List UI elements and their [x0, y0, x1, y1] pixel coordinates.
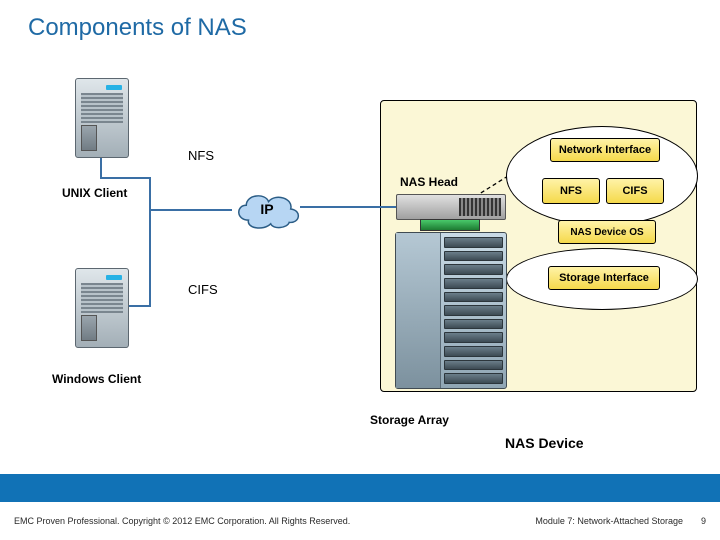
footer-accent-bar	[0, 474, 720, 502]
nas-protocol-nfs-box: NFS	[542, 178, 600, 204]
footer-page-number: 9	[701, 516, 706, 526]
footer-module: Module 7: Network-Attached Storage	[535, 516, 683, 526]
nas-head-icon	[396, 194, 506, 220]
nfs-protocol-label: NFS	[188, 148, 214, 163]
nas-head-label: NAS Head	[400, 175, 458, 189]
storage-interface-box: Storage Interface	[548, 266, 660, 290]
windows-client-icon	[75, 268, 129, 348]
nas-head-connector	[420, 219, 480, 231]
unix-client-icon	[75, 78, 129, 158]
nas-protocol-cifs-box: CIFS	[606, 178, 664, 204]
footer-copyright: EMC Proven Professional. Copyright © 201…	[14, 516, 350, 526]
storage-array-icon	[395, 232, 507, 389]
storage-array-label: Storage Array	[370, 413, 449, 427]
slide-title: Components of NAS	[28, 14, 247, 42]
ip-cloud-label: IP	[230, 186, 304, 232]
network-interface-box: Network Interface	[550, 138, 660, 162]
nas-os-box: NAS Device OS	[558, 220, 656, 244]
windows-client-label: Windows Client	[52, 372, 141, 386]
ip-network-cloud-icon: IP	[230, 186, 304, 232]
unix-client-label: UNIX Client	[62, 186, 127, 200]
nas-device-label: NAS Device	[505, 435, 584, 451]
cifs-protocol-label: CIFS	[188, 282, 218, 297]
footer: EMC Proven Professional. Copyright © 201…	[0, 502, 720, 540]
